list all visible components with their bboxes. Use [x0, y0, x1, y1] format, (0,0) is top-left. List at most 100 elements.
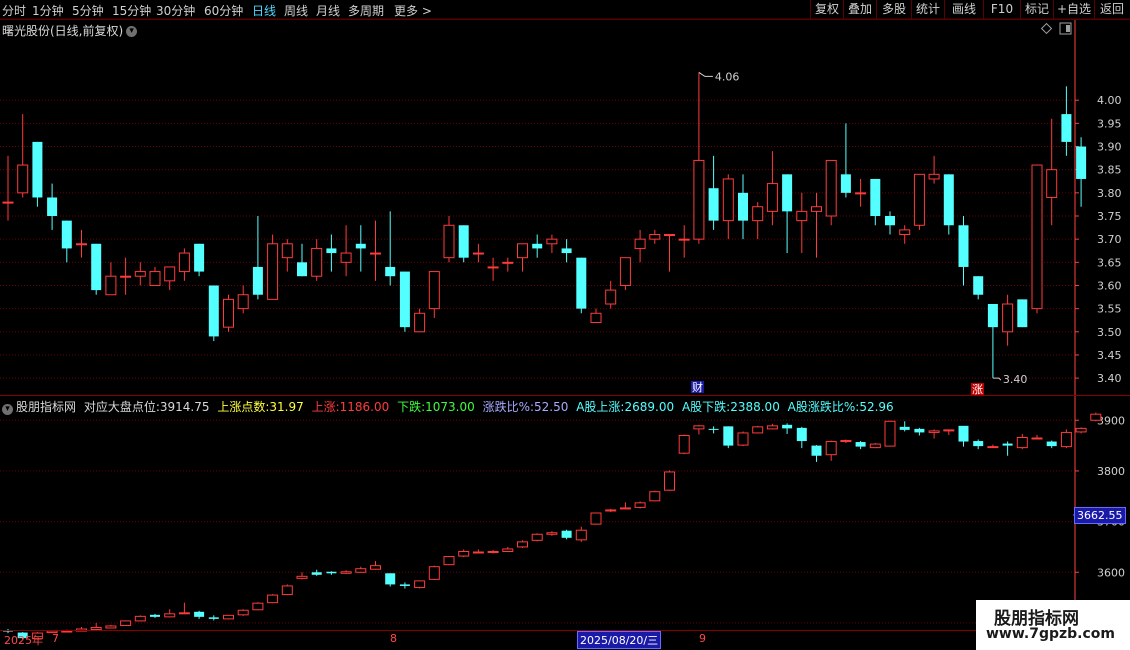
- month-label-sep: 9: [699, 632, 706, 645]
- candle-body-up: [1031, 164, 1043, 310]
- candle-body-up: [472, 252, 484, 255]
- candle-body-up: [531, 533, 543, 541]
- candle-body-up: [1031, 437, 1043, 440]
- candle-body-up: [1046, 169, 1058, 198]
- candle-body-up: [693, 159, 705, 240]
- candle-body-down: [723, 426, 734, 446]
- year-label: 2025年: [4, 634, 43, 647]
- candle-body-up: [76, 243, 87, 246]
- diamond-icon: [1040, 22, 1053, 35]
- candle-body-down: [958, 425, 969, 442]
- y-tick-label: 3.90: [1097, 141, 1122, 154]
- candle-body-up: [796, 210, 808, 222]
- candle-body-up: [120, 620, 132, 626]
- candle-body-up: [840, 440, 852, 443]
- candle-body-up: [987, 446, 999, 449]
- candle-body-up: [1002, 303, 1014, 333]
- candle-body-up: [487, 550, 499, 553]
- y-tick-label: 3600: [1097, 566, 1125, 579]
- y-tick-label: 4.00: [1097, 94, 1122, 107]
- y-tick-label: 3.50: [1097, 326, 1122, 339]
- month-label-jul: 7: [52, 632, 59, 645]
- candle-body-up: [869, 443, 881, 449]
- candle-body-up: [487, 266, 499, 269]
- market-level-label: 对应大盘点位:: [83, 400, 160, 414]
- candle-body-up: [943, 429, 955, 432]
- candle-body-up: [766, 183, 778, 212]
- candle-body-up: [355, 568, 367, 573]
- candle-body-up: [267, 243, 279, 300]
- candle-body-down: [47, 197, 58, 216]
- ratio-value: 52.50: [534, 400, 569, 414]
- candle-body-down: [399, 271, 410, 328]
- candle-body-up: [913, 173, 925, 226]
- candle-body-up: [664, 471, 675, 491]
- y-tick-label: 3.85: [1097, 164, 1122, 177]
- cai-marker-label: 财: [692, 380, 703, 394]
- candle-body-down: [885, 216, 895, 226]
- candle-body-up: [428, 566, 440, 580]
- y-tick-label: 3.60: [1097, 279, 1122, 292]
- candle-body-up: [605, 509, 617, 512]
- y-tick-label: 3800: [1097, 465, 1125, 478]
- low-price-label: 3.40: [1003, 373, 1028, 386]
- candle-body-up: [502, 548, 514, 552]
- candle-body-up: [752, 206, 764, 222]
- candle-body-down: [973, 441, 984, 447]
- candle-body-up: [2, 201, 14, 204]
- candle-body-up: [855, 192, 867, 195]
- candle-body-down: [796, 427, 807, 442]
- down-value: 1073.00: [425, 400, 475, 414]
- y-tick-label: 3.75: [1097, 210, 1122, 223]
- low-marker-line: [992, 377, 1002, 381]
- cursor-date-label: 2025/08/20/三: [577, 631, 662, 649]
- panel-toggle-icon-fill: [1066, 25, 1070, 32]
- candle-body-up: [634, 238, 646, 249]
- candle-body-down: [561, 530, 572, 538]
- candle-body-up: [281, 243, 293, 259]
- candle-body-up: [443, 556, 455, 566]
- candle-body-down: [32, 141, 43, 198]
- y-tick-label: 3.95: [1097, 117, 1122, 130]
- candle-body-up: [105, 625, 117, 629]
- candle-body-down: [297, 262, 307, 277]
- candle-body-down: [782, 424, 793, 429]
- candle-body-up: [105, 275, 117, 296]
- kline-chart-area[interactable]: 4.00 3.95 3.90 3.85 3.80 3.75 3.70 3.65 3.60 3.55…: [0, 0, 1130, 650]
- candle-body-up: [296, 575, 308, 579]
- candle-body-up: [884, 420, 896, 447]
- candle-body-down: [914, 428, 925, 433]
- candle-body-down: [208, 617, 219, 619]
- candle-body-up: [605, 289, 617, 305]
- candle-body-up: [223, 614, 234, 620]
- chevron-down-icon[interactable]: ▾: [2, 404, 13, 415]
- candle-body-up: [414, 580, 426, 588]
- candle-body-up: [619, 257, 631, 286]
- candle-body-down: [1017, 299, 1028, 328]
- candle-body-up: [237, 609, 249, 616]
- candle-body-up: [134, 615, 146, 622]
- indicator-name[interactable]: 股朋指标网: [16, 400, 76, 414]
- market-level-value: 3914.75: [159, 400, 210, 414]
- candle-body-down: [311, 572, 322, 575]
- candle-body-down: [399, 584, 410, 586]
- a-down-value: 2388.00: [730, 400, 780, 414]
- candle-body-up: [267, 594, 279, 604]
- candle-body-down: [326, 248, 337, 254]
- candle-body-up: [899, 229, 911, 236]
- candle-body-down: [561, 248, 572, 254]
- candle-body-up: [590, 312, 602, 324]
- candle-body-down: [855, 442, 866, 447]
- candle-body-down: [458, 225, 469, 258]
- candle-body-up: [223, 298, 234, 328]
- candle-body-down: [1046, 441, 1057, 447]
- candle-body-down: [385, 266, 396, 277]
- candle-body-up: [414, 312, 426, 333]
- candle-body-down: [987, 304, 998, 328]
- watermark-url: www.7gpzb.com: [986, 626, 1116, 642]
- candle-body-up: [619, 507, 631, 510]
- candle-body-up: [281, 585, 293, 596]
- candle-body-up: [164, 266, 176, 282]
- candle-body-up: [664, 234, 675, 237]
- candle-body-down: [385, 573, 396, 585]
